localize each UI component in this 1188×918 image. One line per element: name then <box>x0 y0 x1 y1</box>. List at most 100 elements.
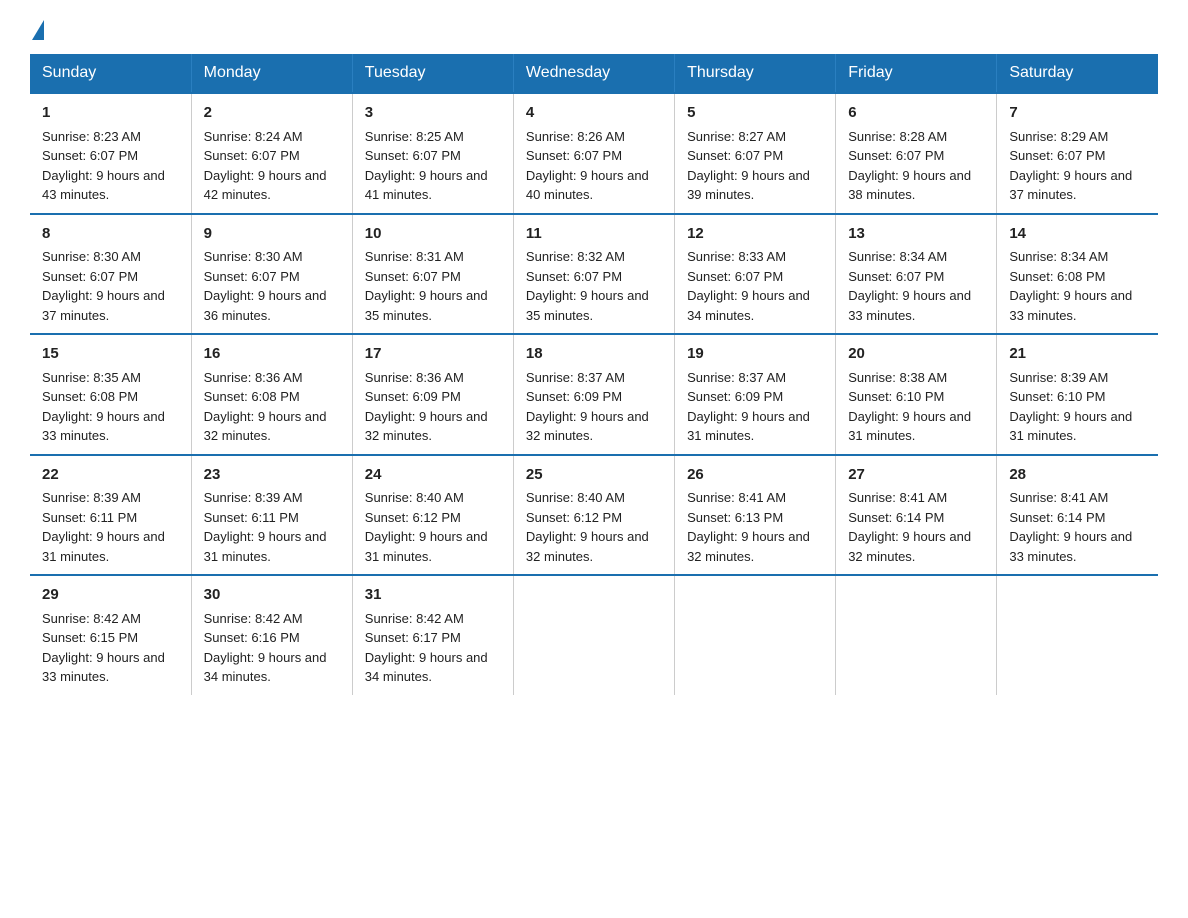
logo <box>30 20 46 36</box>
calendar-cell: 12 Sunrise: 8:33 AM Sunset: 6:07 PM Dayl… <box>675 214 836 335</box>
calendar-cell <box>997 575 1158 695</box>
sunset-info: Sunset: 6:07 PM <box>204 269 300 284</box>
calendar-cell: 18 Sunrise: 8:37 AM Sunset: 6:09 PM Dayl… <box>513 334 674 455</box>
sunset-info: Sunset: 6:16 PM <box>204 630 300 645</box>
day-number: 10 <box>365 223 501 246</box>
calendar-cell: 16 Sunrise: 8:36 AM Sunset: 6:08 PM Dayl… <box>191 334 352 455</box>
calendar-cell <box>836 575 997 695</box>
day-number: 13 <box>848 223 984 246</box>
day-number: 20 <box>848 343 984 366</box>
calendar-cell <box>675 575 836 695</box>
calendar-cell: 30 Sunrise: 8:42 AM Sunset: 6:16 PM Dayl… <box>191 575 352 695</box>
sunset-info: Sunset: 6:12 PM <box>526 510 622 525</box>
daylight-info: Daylight: 9 hours and 34 minutes. <box>687 288 810 323</box>
day-number: 7 <box>1009 102 1146 125</box>
daylight-info: Daylight: 9 hours and 33 minutes. <box>42 409 165 444</box>
sunrise-info: Sunrise: 8:31 AM <box>365 249 464 264</box>
day-number: 31 <box>365 584 501 607</box>
sunset-info: Sunset: 6:07 PM <box>687 269 783 284</box>
day-number: 19 <box>687 343 823 366</box>
day-number: 24 <box>365 464 501 487</box>
day-number: 3 <box>365 102 501 125</box>
daylight-info: Daylight: 9 hours and 36 minutes. <box>204 288 327 323</box>
sunset-info: Sunset: 6:11 PM <box>204 510 299 525</box>
sunset-info: Sunset: 6:07 PM <box>687 148 783 163</box>
daylight-info: Daylight: 9 hours and 31 minutes. <box>204 529 327 564</box>
daylight-info: Daylight: 9 hours and 43 minutes. <box>42 168 165 203</box>
day-number: 2 <box>204 102 340 125</box>
day-number: 11 <box>526 223 662 246</box>
calendar-cell: 7 Sunrise: 8:29 AM Sunset: 6:07 PM Dayli… <box>997 93 1158 214</box>
sunrise-info: Sunrise: 8:40 AM <box>365 490 464 505</box>
daylight-info: Daylight: 9 hours and 35 minutes. <box>365 288 488 323</box>
calendar-cell: 11 Sunrise: 8:32 AM Sunset: 6:07 PM Dayl… <box>513 214 674 335</box>
calendar-cell: 24 Sunrise: 8:40 AM Sunset: 6:12 PM Dayl… <box>352 455 513 576</box>
calendar-cell: 6 Sunrise: 8:28 AM Sunset: 6:07 PM Dayli… <box>836 93 997 214</box>
sunset-info: Sunset: 6:11 PM <box>42 510 137 525</box>
calendar-cell: 10 Sunrise: 8:31 AM Sunset: 6:07 PM Dayl… <box>352 214 513 335</box>
calendar-cell: 19 Sunrise: 8:37 AM Sunset: 6:09 PM Dayl… <box>675 334 836 455</box>
sunrise-info: Sunrise: 8:26 AM <box>526 129 625 144</box>
sunset-info: Sunset: 6:07 PM <box>42 269 138 284</box>
day-number: 1 <box>42 102 179 125</box>
day-number: 9 <box>204 223 340 246</box>
sunrise-info: Sunrise: 8:34 AM <box>1009 249 1108 264</box>
sunrise-info: Sunrise: 8:42 AM <box>42 611 141 626</box>
day-number: 18 <box>526 343 662 366</box>
sunrise-info: Sunrise: 8:41 AM <box>848 490 947 505</box>
sunset-info: Sunset: 6:07 PM <box>1009 148 1105 163</box>
calendar-week-row: 1 Sunrise: 8:23 AM Sunset: 6:07 PM Dayli… <box>30 93 1158 214</box>
daylight-info: Daylight: 9 hours and 33 minutes. <box>1009 288 1132 323</box>
calendar-cell: 28 Sunrise: 8:41 AM Sunset: 6:14 PM Dayl… <box>997 455 1158 576</box>
sunset-info: Sunset: 6:07 PM <box>365 269 461 284</box>
day-number: 23 <box>204 464 340 487</box>
sunrise-info: Sunrise: 8:29 AM <box>1009 129 1108 144</box>
sunset-info: Sunset: 6:07 PM <box>848 269 944 284</box>
daylight-info: Daylight: 9 hours and 34 minutes. <box>204 650 327 685</box>
sunset-info: Sunset: 6:14 PM <box>848 510 944 525</box>
sunrise-info: Sunrise: 8:35 AM <box>42 370 141 385</box>
sunrise-info: Sunrise: 8:24 AM <box>204 129 303 144</box>
logo-triangle-icon <box>32 20 44 40</box>
calendar-week-row: 22 Sunrise: 8:39 AM Sunset: 6:11 PM Dayl… <box>30 455 1158 576</box>
calendar-cell: 8 Sunrise: 8:30 AM Sunset: 6:07 PM Dayli… <box>30 214 191 335</box>
daylight-info: Daylight: 9 hours and 38 minutes. <box>848 168 971 203</box>
sunrise-info: Sunrise: 8:28 AM <box>848 129 947 144</box>
sunset-info: Sunset: 6:13 PM <box>687 510 783 525</box>
sunset-info: Sunset: 6:07 PM <box>848 148 944 163</box>
calendar-cell: 22 Sunrise: 8:39 AM Sunset: 6:11 PM Dayl… <box>30 455 191 576</box>
sunrise-info: Sunrise: 8:42 AM <box>365 611 464 626</box>
calendar-cell: 29 Sunrise: 8:42 AM Sunset: 6:15 PM Dayl… <box>30 575 191 695</box>
sunrise-info: Sunrise: 8:40 AM <box>526 490 625 505</box>
sunrise-info: Sunrise: 8:41 AM <box>687 490 786 505</box>
calendar-cell: 27 Sunrise: 8:41 AM Sunset: 6:14 PM Dayl… <box>836 455 997 576</box>
sunset-info: Sunset: 6:09 PM <box>365 389 461 404</box>
day-number: 5 <box>687 102 823 125</box>
calendar-cell: 23 Sunrise: 8:39 AM Sunset: 6:11 PM Dayl… <box>191 455 352 576</box>
day-number: 22 <box>42 464 179 487</box>
day-number: 30 <box>204 584 340 607</box>
calendar-cell: 3 Sunrise: 8:25 AM Sunset: 6:07 PM Dayli… <box>352 93 513 214</box>
sunrise-info: Sunrise: 8:38 AM <box>848 370 947 385</box>
daylight-info: Daylight: 9 hours and 31 minutes. <box>365 529 488 564</box>
daylight-info: Daylight: 9 hours and 41 minutes. <box>365 168 488 203</box>
sunrise-info: Sunrise: 8:34 AM <box>848 249 947 264</box>
calendar-week-row: 29 Sunrise: 8:42 AM Sunset: 6:15 PM Dayl… <box>30 575 1158 695</box>
daylight-info: Daylight: 9 hours and 32 minutes. <box>526 529 649 564</box>
day-number: 25 <box>526 464 662 487</box>
sunset-info: Sunset: 6:08 PM <box>42 389 138 404</box>
calendar-week-row: 8 Sunrise: 8:30 AM Sunset: 6:07 PM Dayli… <box>30 214 1158 335</box>
day-number: 6 <box>848 102 984 125</box>
sunrise-info: Sunrise: 8:36 AM <box>204 370 303 385</box>
calendar-cell: 14 Sunrise: 8:34 AM Sunset: 6:08 PM Dayl… <box>997 214 1158 335</box>
sunset-info: Sunset: 6:17 PM <box>365 630 461 645</box>
sunrise-info: Sunrise: 8:30 AM <box>42 249 141 264</box>
sunrise-info: Sunrise: 8:25 AM <box>365 129 464 144</box>
sunset-info: Sunset: 6:07 PM <box>204 148 300 163</box>
sunset-info: Sunset: 6:14 PM <box>1009 510 1105 525</box>
day-number: 26 <box>687 464 823 487</box>
sunset-info: Sunset: 6:07 PM <box>526 269 622 284</box>
page-header <box>30 20 1158 36</box>
sunrise-info: Sunrise: 8:30 AM <box>204 249 303 264</box>
sunset-info: Sunset: 6:07 PM <box>365 148 461 163</box>
